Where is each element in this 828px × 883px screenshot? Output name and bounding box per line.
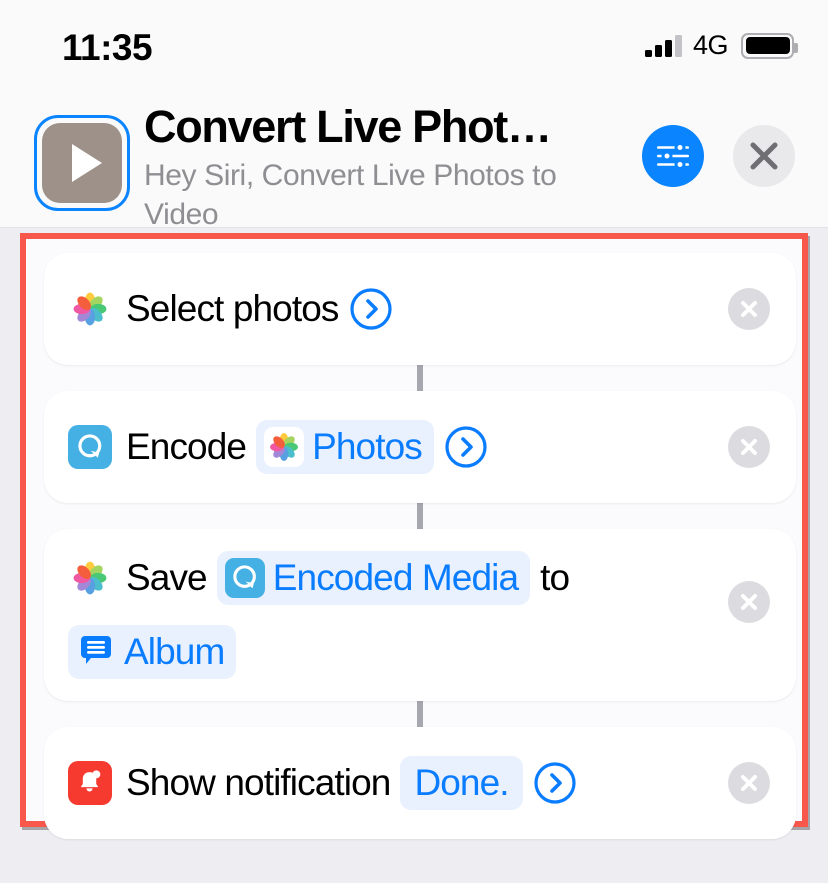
bell-icon (68, 761, 112, 805)
chevron-right-circle-icon[interactable] (533, 761, 577, 805)
play-triangle-icon (71, 144, 102, 182)
battery-icon (741, 32, 798, 59)
variable-token-photos[interactable]: Photos (256, 420, 434, 474)
close-x-icon (741, 439, 757, 455)
action-label: Select photos (126, 288, 339, 329)
photos-icon (264, 427, 305, 467)
status-bar: 11:35 4G (0, 0, 828, 88)
token-label: Done. (414, 762, 509, 803)
remove-action-button[interactable] (728, 426, 770, 468)
action-trailing-text: to (540, 557, 570, 598)
header-text-block: Convert Live Phot… Hey Siri, Convert Liv… (144, 100, 584, 234)
action-card-encode[interactable]: Encode Photos (44, 391, 796, 503)
remove-action-button[interactable] (728, 581, 770, 623)
photos-icon (68, 556, 112, 600)
variable-token-done[interactable]: Done. (400, 756, 523, 810)
action-card-select-photos[interactable]: Select photos (44, 253, 796, 365)
remove-action-button[interactable] (728, 762, 770, 804)
action-connector (417, 503, 423, 529)
status-indicators: 4G (644, 30, 798, 61)
status-time: 11:35 (62, 27, 153, 68)
chevron-right-circle-icon[interactable] (444, 425, 488, 469)
token-label: Photos (312, 426, 423, 467)
variable-token-album[interactable]: Album (68, 625, 237, 679)
chevron-right-circle-icon[interactable] (349, 287, 393, 331)
action-card-show-notification[interactable]: Show notification Done. (44, 727, 796, 839)
shortcut-icon-button[interactable] (34, 115, 130, 211)
action-label: Show notification (126, 762, 391, 803)
page-title: Convert Live Phot… (144, 101, 552, 152)
close-x-icon (750, 142, 778, 170)
action-card-save[interactable]: Save Encoded Media to Album (44, 529, 796, 701)
text-bubble-icon (76, 632, 116, 672)
token-label: Album (124, 631, 225, 672)
action-connector (417, 365, 423, 391)
cellular-signal-icon (644, 34, 682, 57)
close-x-icon (741, 775, 757, 791)
close-button[interactable] (733, 125, 795, 187)
remove-action-button[interactable] (728, 288, 770, 330)
settings-button[interactable] (642, 125, 704, 187)
shortcut-header: Convert Live Phot… Hey Siri, Convert Liv… (0, 88, 828, 231)
variable-token-encoded-media[interactable]: Encoded Media (216, 551, 531, 605)
token-label: Encoded Media (272, 557, 519, 598)
action-connector (417, 701, 423, 727)
close-x-icon (741, 594, 757, 610)
action-list: Select photos Encode Photos Save Encoded… (44, 253, 796, 839)
photos-icon (68, 287, 112, 331)
shortcut-editor-screen: 11:35 4G Convert Live Phot… Hey Siri, Co… (0, 0, 828, 883)
media-q-icon (224, 558, 265, 598)
action-label: Save (126, 557, 208, 598)
actions-highlight-box: Select photos Encode Photos Save Encoded… (20, 233, 808, 839)
network-type-label: 4G (692, 30, 729, 60)
close-x-icon (741, 301, 757, 317)
page-subtitle: Hey Siri, Convert Live Photos to Video (144, 159, 557, 231)
sliders-icon (657, 142, 689, 170)
action-label: Encode (126, 426, 247, 467)
shortcut-glyph-background (42, 123, 122, 203)
media-q-icon (68, 425, 112, 469)
